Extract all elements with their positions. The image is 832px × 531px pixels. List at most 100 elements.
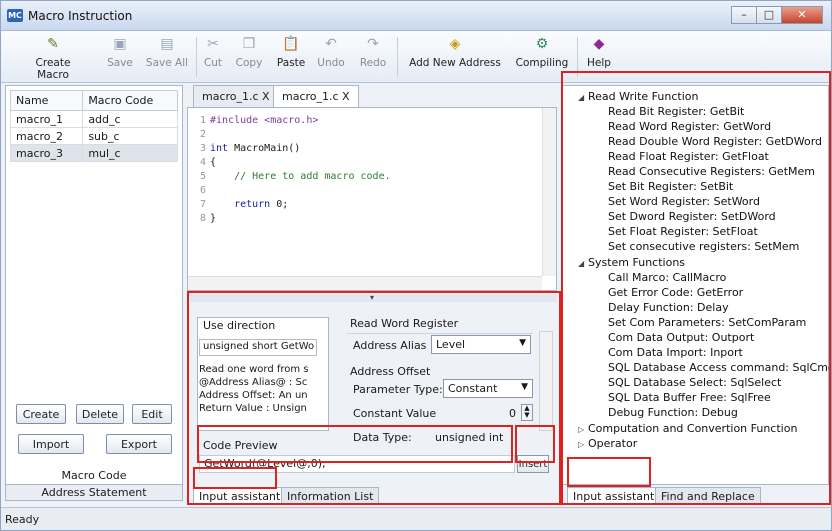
parameter-type-value: Constant [448,382,498,395]
tree-item[interactable]: Delay Function: Delay [608,301,729,314]
tree-item[interactable]: Read Bit Register: GetBit [608,105,744,118]
description-line: Return Value : Unsign [199,403,307,414]
address-alias-select[interactable]: Level ▼ [431,335,531,354]
collapse-icon[interactable]: ◢ [578,93,588,102]
tree-item[interactable]: Get Error Code: GetError [608,286,743,299]
function-signature: unsigned short GetWo [199,339,317,356]
tree-item[interactable]: Set Com Parameters: SetComParam [608,316,806,329]
tree-group-system-functions[interactable]: ◢ System Functions [578,256,685,269]
code-editor[interactable]: 1 #include <macro.h> 2 3 int MacroMain() 4… [187,107,557,291]
line-number: 8 [199,213,206,224]
create-macro-icon: ✎ [47,36,59,52]
macro-code-cell[interactable]: mul_c [82,144,178,162]
address-offset-label: Address Offset [350,365,431,378]
save-icon: ▣ [113,36,127,52]
tab-information-list[interactable]: Information List [281,487,380,505]
add-new-address-button[interactable]: ◈ Add New Address [405,35,505,69]
table-row-selected[interactable]: macro_3 mul_c [9,144,178,162]
code-preview-field[interactable]: GetWord(@Level@,0); [199,455,515,473]
assistant-vertical-scrollbar[interactable] [539,331,553,431]
tree-item[interactable]: Set Dword Register: SetDWord [608,210,776,223]
delete-button[interactable]: Delete [76,404,124,424]
tree-item[interactable]: SQL Data Buffer Free: SqlFree [608,391,771,404]
macro-name-cell[interactable]: macro_2 [9,127,84,145]
tree-item[interactable]: Debug Function: Debug [608,406,738,419]
compiling-button[interactable]: ⚙ Compiling [514,35,570,69]
copy-label: Copy [235,57,263,69]
redo-button[interactable]: ↷ Redo [358,35,388,69]
use-direction-title: Use direction [203,319,276,332]
panel-splitter[interactable]: ▾ [187,294,557,302]
copy-button[interactable]: ❐ Copy [234,35,264,69]
undo-button[interactable]: ↶ Undo [316,35,346,69]
tab-input-assistant-right[interactable]: Input assistant [567,487,661,505]
macro-code-cell[interactable]: add_c [82,110,178,128]
tree-group-read-write[interactable]: ◢ Read Write Function [578,90,698,103]
title-bar: MC Macro Instruction – □ ✕ [1,1,831,31]
macro-name-cell[interactable]: macro_1 [9,110,84,128]
tree-item[interactable]: Call Marco: CallMacro [608,271,726,284]
constant-value-stepper[interactable]: ▲ ▼ [521,404,533,421]
tree-item[interactable]: Set consecutive registers: SetMem [608,240,799,253]
save-label: Save [107,57,133,69]
parameter-type-select[interactable]: Constant ▼ [443,379,533,398]
toolbar: ✎ Create Macro ▣ Save ▤ Save All ✂ Cut ❐… [1,31,831,83]
insert-button[interactable]: Insert [517,455,549,473]
editor-vertical-scrollbar[interactable] [542,108,556,276]
column-header-name[interactable]: Name [9,90,84,111]
tree-item[interactable]: Read Float Register: GetFloat [608,150,769,163]
tree-item[interactable]: SQL Database Select: SqlSelect [608,376,781,389]
tree-item[interactable]: SQL Database Access command: SqlCmd [608,361,831,374]
toolbar-separator [577,37,578,77]
create-macro-label: Create Macro [35,57,71,81]
constant-value-input[interactable]: 0 [509,407,516,420]
tree-group-computation[interactable]: ▷ Computation and Convertion Function [578,422,797,435]
paste-button[interactable]: 📋 Paste [275,35,307,69]
tree-item[interactable]: Set Word Register: SetWord [608,195,760,208]
import-button[interactable]: Import [18,434,84,454]
function-description: Read one word from s @Address Alias@ : S… [199,363,317,415]
maximize-icon[interactable]: □ [756,6,782,24]
tab-macro-1-c[interactable]: macro_1.c X [193,85,279,107]
create-button[interactable]: Create [16,404,66,424]
cut-button[interactable]: ✂ Cut [202,35,224,69]
tree-item[interactable]: Set Bit Register: SetBit [608,180,733,193]
tree-group-operator[interactable]: ▷ Operator [578,437,637,450]
tree-item[interactable]: Com Data Output: Outport [608,331,754,344]
macro-code-cell[interactable]: sub_c [82,127,178,145]
save-button[interactable]: ▣ Save [105,35,135,69]
create-macro-button[interactable]: ✎ Create Macro [21,35,85,81]
tab-input-assistant[interactable]: Input assistant [193,487,287,505]
macro-table: Name Macro Code macro_1 add_c macro_2 su… [9,90,178,162]
table-row[interactable]: macro_2 sub_c [9,127,178,145]
tree-item[interactable]: Com Data Import: Inport [608,346,743,359]
tree-item[interactable]: Read Word Register: GetWord [608,120,771,133]
edit-button[interactable]: Edit [132,404,172,424]
expand-icon[interactable]: ▷ [578,440,588,449]
table-row[interactable]: macro_1 add_c [9,110,178,128]
tree-item[interactable]: Read Consecutive Registers: GetMem [608,165,815,178]
compile-icon: ⚙ [535,36,549,52]
tab-find-and-replace[interactable]: Find and Replace [655,487,761,505]
toolbar-separator [397,37,398,77]
code-comment: // Here to add macro code. [210,171,391,182]
tree-item[interactable]: Set Float Register: SetFloat [608,225,758,238]
tab-address-statement[interactable]: Address Statement [6,484,182,500]
save-all-label: Save All [145,57,189,69]
expand-icon[interactable]: ▷ [578,425,588,434]
minimize-icon[interactable]: – [731,6,757,24]
tree-item[interactable]: Read Double Word Register: GetDWord [608,135,822,148]
export-button[interactable]: Export [106,434,172,454]
paste-icon: 📋 [282,36,300,52]
collapse-icon[interactable]: ◢ [578,259,588,268]
close-icon[interactable]: ✕ [781,6,823,24]
editor-horizontal-scrollbar[interactable] [188,276,542,290]
compiling-label: Compiling [515,57,569,69]
column-header-macro-code[interactable]: Macro Code [82,90,178,111]
code-line: 3 int MacroMain() [188,142,300,156]
save-all-button[interactable]: ▤ Save All [144,35,190,69]
macro-name-cell[interactable]: macro_3 [9,144,84,162]
tab-macro-1-c-active[interactable]: macro_1.c X [273,85,359,108]
code-line: 5 // Here to add macro code. [188,170,391,184]
help-button[interactable]: ◆ Help [585,35,613,69]
